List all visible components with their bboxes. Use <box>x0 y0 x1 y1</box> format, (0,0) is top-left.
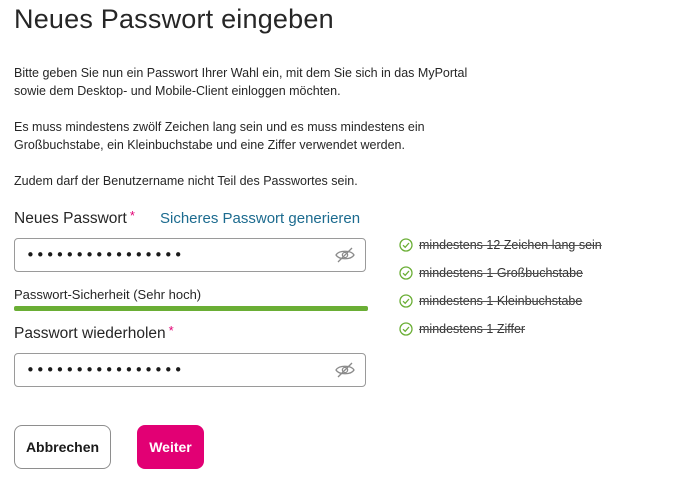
requirements-text: Es muss mindestens zwölf Zeichen lang se… <box>14 118 534 154</box>
password-rules-list: mindestens 12 Zeichen lang sein mindeste… <box>399 236 602 348</box>
rule-text: mindestens 1 Kleinbuchstabe <box>419 294 583 308</box>
new-password-input[interactable] <box>26 239 326 271</box>
requirements-line-1: Es muss mindestens zwölf Zeichen lang se… <box>14 120 425 134</box>
new-password-label: Neues Passwort * <box>14 208 135 228</box>
required-mark: * <box>168 323 174 338</box>
page-title: Neues Passwort eingeben <box>14 4 334 34</box>
repeat-password-label-text: Passwort wiederholen <box>14 325 166 342</box>
username-note: Zudem darf der Benutzername nicht Teil d… <box>14 174 358 188</box>
requirements-line-2: Großbuchstabe, ein Kleinbuchstabe und ei… <box>14 138 405 152</box>
repeat-password-input[interactable] <box>26 354 326 386</box>
required-mark: * <box>129 208 135 223</box>
rule-text: mindestens 12 Zeichen lang sein <box>419 238 602 252</box>
eye-slash-icon[interactable] <box>335 247 355 263</box>
intro-text: Bitte geben Sie nun ein Passwort Ihrer W… <box>14 64 534 100</box>
intro-line-2: sowie dem Desktop- und Mobile-Client ein… <box>14 84 341 98</box>
rule-item: mindestens 1 Kleinbuchstabe <box>399 292 602 320</box>
new-password-field[interactable] <box>14 238 366 272</box>
check-circle-icon <box>399 238 413 252</box>
check-circle-icon <box>399 322 413 336</box>
cancel-button[interactable]: Abbrechen <box>14 425 111 469</box>
repeat-password-label: Passwort wiederholen * <box>14 323 174 343</box>
rule-item: mindestens 1 Großbuchstabe <box>399 264 602 292</box>
intro-line-1: Bitte geben Sie nun ein Passwort Ihrer W… <box>14 66 468 80</box>
rule-item: mindestens 1 Ziffer <box>399 320 602 348</box>
new-password-label-text: Neues Passwort <box>14 210 127 227</box>
rule-text: mindestens 1 Ziffer <box>419 322 526 336</box>
next-button[interactable]: Weiter <box>137 425 204 469</box>
check-circle-icon <box>399 266 413 280</box>
generate-password-link[interactable]: Sicheres Passwort generieren <box>160 210 360 227</box>
repeat-password-field[interactable] <box>14 353 366 387</box>
password-strength-label: Passwort-Sicherheit (Sehr hoch) <box>14 287 202 302</box>
password-strength-bar <box>14 306 368 311</box>
rule-text: mindestens 1 Großbuchstabe <box>419 266 583 280</box>
rule-item: mindestens 12 Zeichen lang sein <box>399 236 602 264</box>
password-strength-fill <box>14 306 368 311</box>
check-circle-icon <box>399 294 413 308</box>
eye-slash-icon[interactable] <box>335 362 355 378</box>
